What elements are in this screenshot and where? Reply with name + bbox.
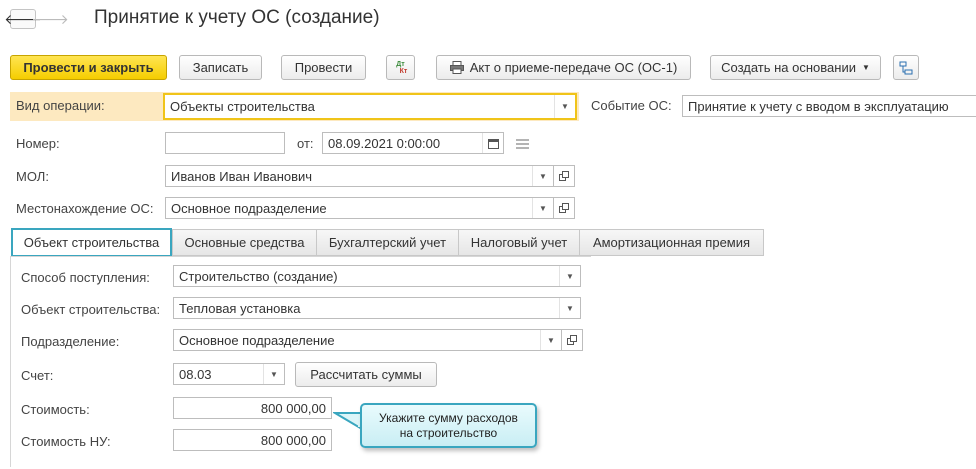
arrow-right-icon: 🡒 bbox=[31, 10, 69, 27]
tab-depreciation-bonus[interactable]: Амортизационная премия bbox=[579, 229, 764, 256]
division-field[interactable]: Основное подразделение ▼ bbox=[173, 329, 562, 351]
chevron-down-icon: ▼ bbox=[861, 63, 870, 72]
division-value: Основное подразделение bbox=[179, 332, 335, 348]
printer-icon bbox=[449, 61, 464, 74]
hint-callout: Укажите сумму расходов на строительство bbox=[360, 403, 537, 448]
date-field[interactable]: 08.09.2021 0:00:00 bbox=[322, 132, 504, 154]
location-field[interactable]: Основное подразделение ▼ bbox=[165, 197, 554, 219]
open-division-button[interactable] bbox=[562, 329, 583, 351]
create-based-on-label: Создать на основании bbox=[721, 60, 856, 75]
structure-button[interactable] bbox=[893, 55, 919, 80]
cost-tax-label: Стоимость НУ: bbox=[21, 434, 111, 449]
dropdown-arrow-icon[interactable]: ▼ bbox=[559, 266, 580, 286]
kt-icon-text: Кт bbox=[399, 67, 408, 75]
hint-line-2: на строительство bbox=[399, 425, 498, 440]
mol-field[interactable]: Иванов Иван Иванович ▼ bbox=[165, 165, 554, 187]
construction-object-field[interactable]: Тепловая установка ▼ bbox=[173, 297, 581, 319]
cost-value: 800 000,00 bbox=[260, 400, 326, 416]
operation-type-label: Вид операции: bbox=[16, 98, 105, 113]
open-location-button[interactable] bbox=[554, 197, 575, 219]
receipt-method-value: Строительство (создание) bbox=[179, 268, 338, 284]
account-label: Счет: bbox=[21, 368, 54, 383]
construction-object-label: Объект строительства: bbox=[21, 302, 161, 317]
post-button[interactable]: Провести bbox=[281, 55, 366, 80]
construction-object-value: Тепловая установка bbox=[179, 300, 301, 316]
account-value: 08.03 bbox=[179, 366, 212, 382]
save-button[interactable]: Записать bbox=[179, 55, 262, 80]
date-label: от: bbox=[297, 136, 314, 151]
dropdown-arrow-icon[interactable]: ▼ bbox=[540, 330, 561, 350]
structure-icon bbox=[899, 61, 913, 74]
mol-value: Иванов Иван Иванович bbox=[171, 168, 313, 184]
tab-fixed-assets[interactable]: Основные средства bbox=[172, 229, 317, 256]
calculate-sums-button[interactable]: Рассчитать суммы bbox=[295, 362, 437, 387]
receipt-method-label: Способ поступления: bbox=[21, 270, 150, 285]
location-label: Местонахождение ОС: bbox=[16, 201, 154, 216]
receipt-method-field[interactable]: Строительство (создание) ▼ bbox=[173, 265, 581, 287]
dropdown-arrow-icon[interactable]: ▼ bbox=[532, 166, 553, 186]
tab-construction-object[interactable]: Объект строительства bbox=[11, 228, 172, 257]
cost-label: Стоимость: bbox=[21, 402, 90, 417]
location-value: Основное подразделение bbox=[171, 200, 327, 216]
mol-label: МОЛ: bbox=[16, 169, 49, 184]
calendar-icon[interactable] bbox=[482, 133, 503, 153]
open-mol-button[interactable] bbox=[554, 165, 575, 187]
dt-kt-button[interactable]: Дт Кт bbox=[386, 55, 415, 80]
operation-type-field[interactable]: Объекты строительства ▼ bbox=[163, 93, 577, 120]
page-title: Принятие к учету ОС (создание) bbox=[94, 7, 380, 28]
division-label: Подразделение: bbox=[21, 334, 120, 349]
forward-button[interactable]: 🡒 bbox=[31, 9, 69, 29]
account-field[interactable]: 08.03 ▼ bbox=[173, 363, 285, 385]
dropdown-arrow-icon[interactable]: ▼ bbox=[559, 298, 580, 318]
dropdown-arrow-icon[interactable]: ▼ bbox=[532, 198, 553, 218]
hint-line-1: Укажите сумму расходов bbox=[379, 410, 518, 425]
callout-pointer bbox=[333, 412, 363, 431]
cost-tax-value: 800 000,00 bbox=[260, 432, 326, 448]
history-icon[interactable] bbox=[516, 137, 529, 152]
act-os1-label: Акт о приеме-передаче ОС (ОС-1) bbox=[469, 60, 678, 75]
cost-tax-field[interactable]: 800 000,00 bbox=[173, 429, 332, 451]
open-icon bbox=[567, 335, 577, 345]
event-field[interactable]: Принятие к учету с вводом в эксплуатацию bbox=[682, 95, 976, 117]
open-icon bbox=[559, 203, 569, 213]
dt-icon-text: Дт bbox=[396, 60, 405, 68]
open-icon bbox=[559, 171, 569, 181]
dropdown-arrow-icon[interactable]: ▼ bbox=[263, 364, 284, 384]
number-label: Номер: bbox=[16, 136, 60, 151]
cost-field[interactable]: 800 000,00 bbox=[173, 397, 332, 419]
tab-tax-accounting[interactable]: Налоговый учет bbox=[458, 229, 580, 256]
event-label: Событие ОС: bbox=[591, 98, 672, 113]
post-and-close-button[interactable]: Провести и закрыть bbox=[10, 55, 167, 80]
event-value: Принятие к учету с вводом в эксплуатацию bbox=[688, 98, 949, 114]
operation-type-value: Объекты строительства bbox=[170, 99, 315, 114]
act-os1-button[interactable]: Акт о приеме-передаче ОС (ОС-1) bbox=[436, 55, 691, 80]
number-field[interactable] bbox=[165, 132, 285, 154]
dropdown-arrow-icon[interactable]: ▼ bbox=[554, 95, 575, 118]
tab-accounting[interactable]: Бухгалтерский учет bbox=[316, 229, 459, 256]
create-based-on-button[interactable]: Создать на основании ▼ bbox=[710, 55, 881, 80]
date-value: 08.09.2021 0:00:00 bbox=[328, 135, 441, 151]
